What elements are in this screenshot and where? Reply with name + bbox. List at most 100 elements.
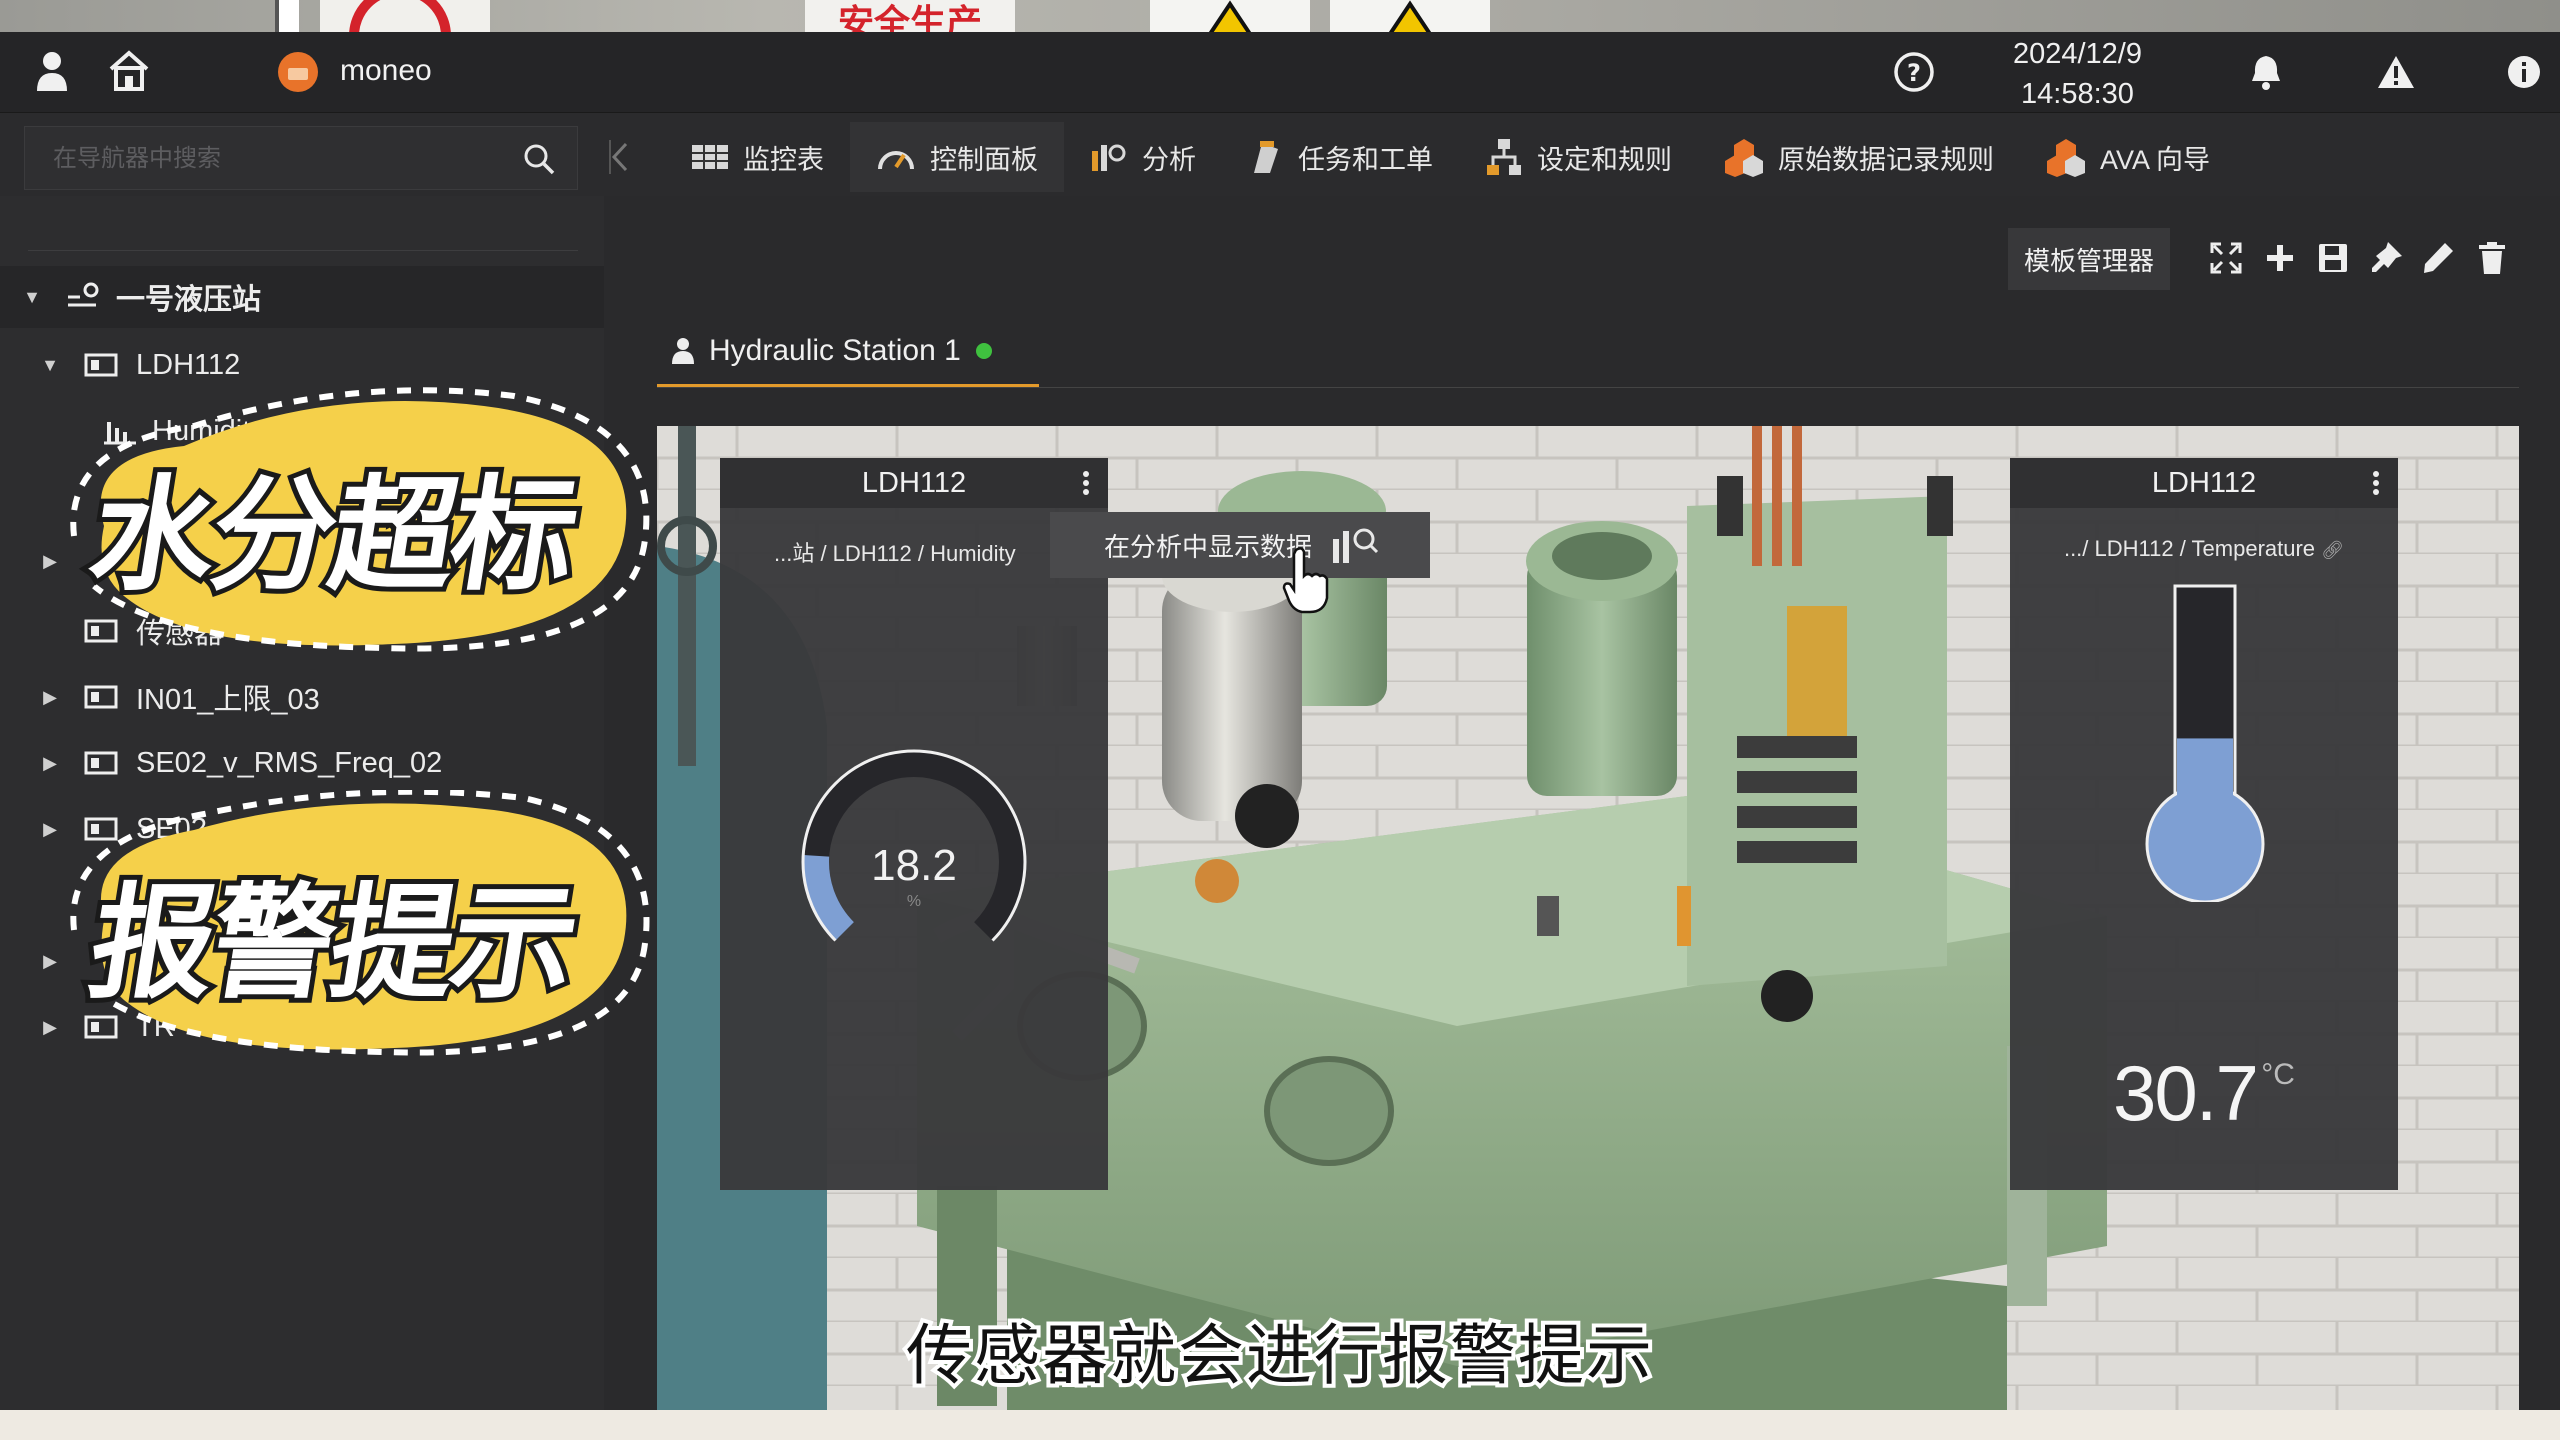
navigator-search (24, 126, 578, 190)
tab-raw-data-rules[interactable]: 原始数据记录规则 (1698, 122, 2020, 192)
tab-label: 任务和工单 (1298, 144, 1433, 175)
sensor-path-text: .../ LDH112 / Temperature (2063, 536, 2316, 561)
svg-text:?: ? (1907, 59, 1921, 87)
sign-post (275, 0, 299, 32)
search-input[interactable] (51, 141, 515, 177)
safety-sign: 安全生产 (805, 0, 1015, 32)
device-icon (84, 685, 118, 709)
tab-label: AVA 向导 (2100, 144, 2211, 175)
temperature-value: 30.7 (2113, 1049, 2259, 1137)
caret-right-icon[interactable]: ▶ (40, 819, 60, 840)
hierarchy-icon (1487, 139, 1521, 175)
humidity-gauge: 18.2 % (801, 749, 1027, 942)
tab-tasks[interactable]: 任务和工单 (1222, 122, 1459, 192)
user-icon (672, 338, 694, 364)
hex-icon (1725, 139, 1763, 177)
home-icon[interactable] (104, 46, 154, 96)
device-icon (84, 751, 118, 775)
more-menu-icon[interactable] (1082, 470, 1090, 496)
more-menu-icon[interactable] (2372, 470, 2380, 496)
chart-icon (1092, 144, 1126, 171)
tree-item-label: SE02_v_RMS_Freq_02 (136, 746, 443, 779)
overlay-sticker-1: 水分超标 (64, 386, 654, 656)
brand-name: moneo (340, 54, 432, 87)
delete-icon[interactable] (2472, 238, 2512, 278)
widget-title: LDH112 (861, 466, 967, 499)
widget-sensor-path: .../ LDH112 / Temperature 🔗︎ (2010, 536, 2398, 562)
save-icon[interactable] (2313, 238, 2353, 278)
background-photo-strip: 安全生产 (0, 0, 2560, 32)
tree-item-in01[interactable]: ▶ IN01_上限_03 (0, 666, 604, 728)
warning-icon[interactable] (2372, 48, 2420, 96)
tree-item-label: IN01_上限_03 (136, 684, 320, 716)
top-bar: moneo ? 2024/12/9 14:58:30 (0, 32, 2560, 113)
warning-sign-2 (1330, 0, 1490, 32)
humidity-value: 18.2 (871, 841, 957, 890)
sticker-1-text: 水分超标 (76, 459, 589, 613)
tab-control-panel[interactable]: 控制面板 (850, 122, 1064, 192)
search-icon[interactable] (523, 143, 555, 180)
info-icon[interactable] (2500, 48, 2548, 96)
safety-sign-text: 安全生产 (837, 3, 982, 32)
table-icon (692, 145, 728, 169)
prohibition-sign (320, 0, 490, 32)
widget-header: LDH112 (2010, 458, 2398, 508)
humidity-unit: % (907, 893, 921, 910)
caret-right-icon[interactable]: ▶ (40, 951, 60, 972)
datetime-display: 2024/12/9 14:58:30 (1985, 34, 2170, 114)
collapse-sidebar-button[interactable] (600, 126, 640, 188)
tab-label: 设定和规则 (1537, 144, 1672, 175)
tab-label: 监控表 (743, 144, 824, 175)
device-icon (84, 353, 118, 377)
tooltip-label: 在分析中显示数据 (1104, 531, 1313, 562)
hand-cursor-icon (1282, 547, 1329, 614)
tab-label: 控制面板 (930, 144, 1038, 175)
tab-divider (657, 387, 2519, 388)
template-manager-button[interactable]: 模板管理器 (2008, 228, 2170, 290)
brand-logo-icon (276, 50, 320, 94)
dashboard-tab[interactable]: Hydraulic Station 1 (657, 316, 993, 386)
bell-icon[interactable] (2244, 48, 2288, 96)
caret-right-icon[interactable]: ▶ (40, 753, 60, 774)
tree-root-label: 一号液压站 (116, 284, 262, 316)
pin-icon[interactable] (2366, 238, 2406, 278)
video-subtitle: 传感器就会进行报警提示 (902, 1313, 1656, 1398)
help-icon[interactable]: ? (1890, 48, 1938, 96)
tab-ava-wizard[interactable]: AVA 向导 (2020, 122, 2236, 192)
caret-right-icon[interactable]: ▶ (40, 687, 60, 708)
tab-label: 原始数据记录规则 (1778, 144, 1994, 175)
tab-analysis[interactable]: 分析 (1064, 122, 1222, 192)
temperature-readout: 30.7 °C (2010, 1048, 2398, 1139)
sticker-2-text: 报警提示 (76, 867, 589, 1021)
caret-right-icon[interactable]: ▶ (40, 1017, 60, 1038)
temperature-widget: LDH112 .../ LDH112 / Temperature 🔗︎ 30.7… (2010, 458, 2398, 1190)
edit-icon[interactable] (2418, 238, 2458, 278)
gauge-icon (878, 151, 914, 170)
overlay-sticker-2: 报警提示 (64, 790, 654, 1060)
fullscreen-icon[interactable] (2206, 238, 2246, 278)
tree-item-root[interactable]: ▼ 一号液压站 (0, 266, 604, 328)
time-text: 14:58:30 (2021, 78, 2134, 110)
status-dot (975, 343, 992, 359)
caret-down-icon[interactable]: ▼ (22, 287, 42, 308)
add-icon[interactable] (2260, 238, 2300, 278)
task-icon (1254, 141, 1278, 173)
temperature-unit: °C (2261, 1058, 2295, 1091)
bottom-frame-strip (0, 1410, 2560, 1440)
caret-right-icon[interactable]: ▶ (40, 551, 60, 572)
tab-settings-rules[interactable]: 设定和规则 (1459, 122, 1698, 192)
tab-monitor-table[interactable]: 监控表 (665, 122, 850, 192)
dashboard-tab-label: Hydraulic Station 1 (709, 334, 961, 367)
show-in-analysis-tooltip[interactable]: 在分析中显示数据 (1050, 512, 1430, 578)
analysis-icon (1333, 528, 1379, 563)
user-icon[interactable] (30, 46, 74, 96)
tree-item-label: LDH112 (136, 348, 241, 381)
caret-down-icon[interactable]: ▼ (40, 355, 60, 376)
sidebar-divider (28, 250, 578, 251)
tab-label: 分析 (1142, 144, 1196, 175)
main-nav-tabs: 监控表 控制面板 分析 任务和工单 设定和规则 原始数据记录规则 AVA 向导 (665, 122, 2236, 192)
tree-item-se02-v[interactable]: ▶ SE02_v_RMS_Freq_02 (0, 732, 604, 794)
link-icon: 🔗︎ (2321, 540, 2345, 560)
date-text: 2024/12/9 (2012, 38, 2142, 70)
location-tree-icon (68, 282, 99, 307)
